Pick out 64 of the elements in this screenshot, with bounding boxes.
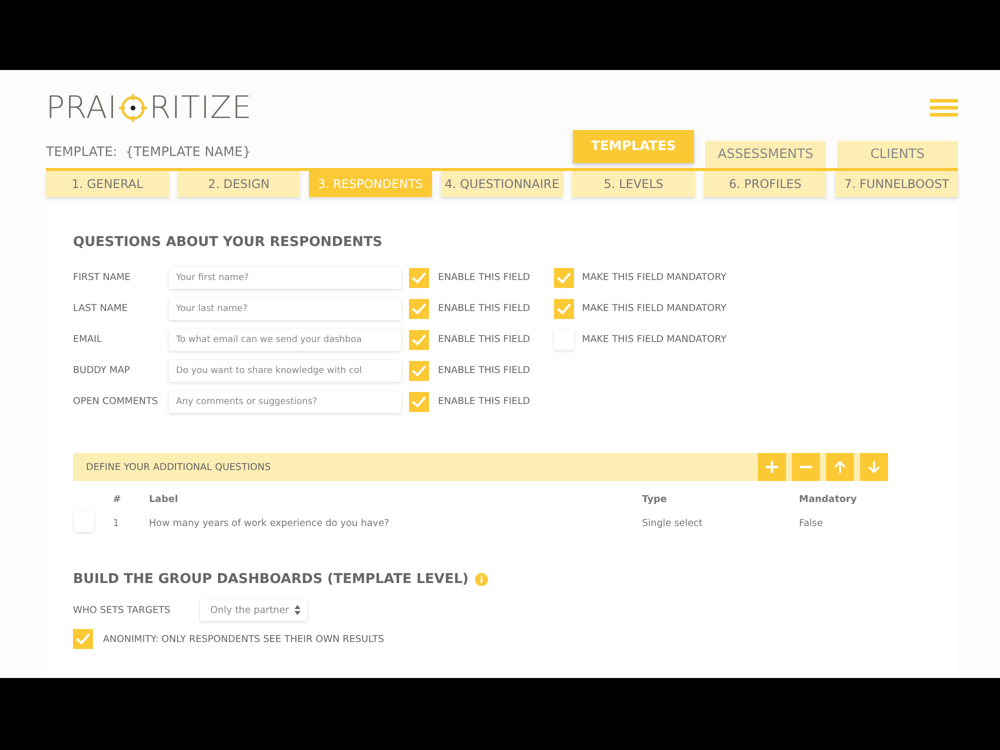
step-tab[interactable]: 4. QUESTIONNAIRE — [440, 171, 564, 197]
input-field[interactable]: Do you want to share knowledge with col — [169, 360, 401, 382]
logo-text: RITIZE — [149, 92, 252, 124]
field-label: WHO SETS TARGETS — [73, 604, 170, 616]
column-header: # — [113, 494, 122, 504]
field-label: LAST NAME — [73, 303, 129, 314]
checkbox-label: MAKE THIS FIELD MANDATORY — [582, 303, 728, 314]
checkbox[interactable] — [409, 298, 429, 318]
column-header: Type — [642, 494, 668, 504]
arrow-up-icon — [833, 460, 847, 474]
checkbox[interactable] — [74, 512, 94, 532]
checkbox[interactable] — [554, 330, 574, 350]
field-label: OPEN COMMENTS — [73, 396, 159, 407]
input-field[interactable]: Your last name? — [169, 298, 401, 320]
logo-text: PRAI — [46, 92, 118, 124]
info-icon[interactable] — [474, 572, 488, 586]
checkbox-label: MAKE THIS FIELD MANDATORY — [582, 334, 728, 345]
checkbox-label: ANONIMITY: ONLY RESPONDENTS SEE THEIR OWN RESULTS — [103, 634, 384, 644]
table-cell-text: How many years of work experience do you have? — [149, 518, 390, 528]
select-field[interactable]: Only the partner — [200, 599, 308, 621]
move-down-button[interactable] — [860, 453, 888, 481]
table-cell-text: False — [799, 518, 824, 528]
checkbox[interactable] — [409, 268, 429, 288]
nav-tab[interactable]: CLIENTS — [837, 141, 958, 168]
target-icon — [118, 93, 148, 123]
toolbar-title: DEFINE YOUR ADDITIONAL QUESTIONS — [86, 462, 271, 472]
step-tab[interactable]: 7. FUNNELBOOST — [835, 171, 958, 197]
section-title: QUESTIONS ABOUT YOUR RESPONDENTS — [73, 234, 384, 250]
checkbox[interactable] — [73, 629, 93, 649]
checkbox[interactable] — [409, 330, 429, 350]
nav-tab[interactable]: ASSESSMENTS — [705, 141, 826, 168]
checkbox[interactable] — [409, 392, 429, 412]
remove-button[interactable] — [792, 453, 820, 481]
arrow-down-icon — [867, 460, 881, 474]
step-tab[interactable]: 6. PROFILES — [704, 171, 826, 197]
column-header: Label — [149, 494, 179, 504]
section-title: BUILD THE GROUP DASHBOARDS (TEMPLATE LEVEL) — [73, 571, 469, 587]
input-field[interactable]: Any comments or suggestions? — [169, 390, 401, 412]
menu-icon[interactable] — [930, 99, 958, 117]
move-up-button[interactable] — [826, 453, 854, 481]
updown-arrows-icon — [294, 604, 302, 616]
column-header: Mandatory — [799, 494, 858, 504]
step-tab[interactable]: 2. DESIGN — [178, 171, 300, 197]
field-label: FIRST NAME — [73, 272, 132, 283]
step-tab[interactable]: 5. LEVELS — [572, 171, 695, 197]
checkbox-label: ENABLE THIS FIELD — [438, 396, 532, 407]
checkbox[interactable] — [409, 360, 429, 380]
checkbox[interactable] — [554, 298, 574, 318]
table-cell-text: Single select — [642, 518, 704, 528]
table-cell-text: 1 — [113, 518, 120, 528]
plus-icon — [765, 460, 779, 474]
checkbox-label: ENABLE THIS FIELD — [438, 272, 532, 283]
checkbox-label: ENABLE THIS FIELD — [438, 365, 532, 376]
checkbox-label: ENABLE THIS FIELD — [438, 303, 532, 314]
template-title: TEMPLATE: {TEMPLATE NAME} — [46, 145, 251, 162]
field-label: EMAIL — [73, 334, 103, 345]
input-field[interactable]: To what email can we send your dashboa — [169, 328, 401, 350]
add-button[interactable] — [758, 453, 786, 481]
field-label: BUDDY MAP — [73, 365, 131, 376]
input-field[interactable]: Your first name? — [169, 266, 401, 288]
checkbox-label: ENABLE THIS FIELD — [438, 334, 532, 345]
checkbox[interactable] — [554, 268, 574, 288]
step-tab[interactable]: 1. GENERAL — [46, 171, 169, 197]
checkbox-label: MAKE THIS FIELD MANDATORY — [582, 272, 728, 283]
